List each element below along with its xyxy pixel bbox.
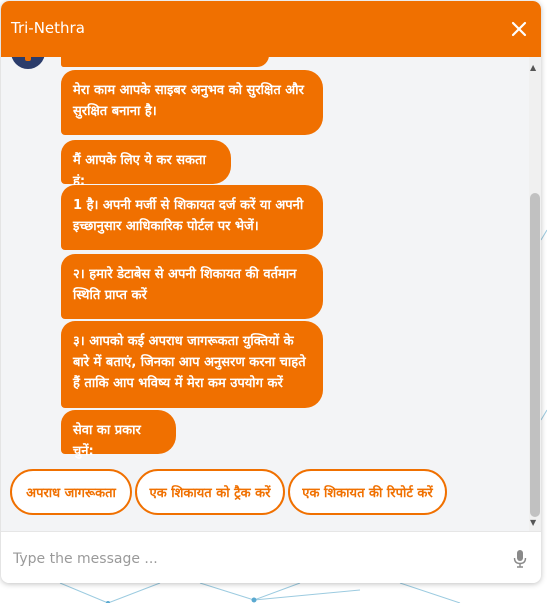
mic-icon[interactable] <box>513 550 527 568</box>
chat-window: Tri-Nethra मेरा काम आपके साइबर अनुभव को … <box>1 1 541 583</box>
quick-reply-report-complaint[interactable]: एक शिकायत की रिपोर्ट करें <box>288 469 447 515</box>
message-bubble: 1 है। अपनी मर्जी से शिकायत दर्ज करें या … <box>61 185 323 250</box>
message-bubble: मैं आपके लिए ये कर सकता हूं: <box>61 140 231 189</box>
bot-avatar-icon <box>11 57 45 69</box>
quick-reply-track-complaint[interactable]: एक शिकायत को ट्रैक करें <box>135 469 285 515</box>
message-bubble-partial <box>61 57 269 67</box>
chat-title: Tri-Nethra <box>11 19 85 37</box>
scroll-down-icon[interactable]: ▼ <box>530 518 536 527</box>
scroll-up-icon[interactable]: ▲ <box>530 63 536 72</box>
message-list: मेरा काम आपके साइबर अनुभव को सुरक्षित और… <box>1 57 527 531</box>
close-icon[interactable] <box>509 19 529 39</box>
message-bubble: सेवा का प्रकार चुनें: <box>61 410 176 459</box>
message-composer <box>1 531 541 583</box>
message-scrollbar[interactable]: ▲ ▼ <box>527 57 541 531</box>
scrollbar-thumb[interactable] <box>530 193 540 517</box>
message-bubble: २। हमारे डेटाबेस से अपनी शिकायत की वर्तम… <box>61 254 323 319</box>
message-bubble: ३। आपको कई अपराध जागरूकता युक्तियों के ब… <box>61 321 323 408</box>
message-input[interactable] <box>11 546 485 572</box>
chat-header: Tri-Nethra <box>1 1 541 57</box>
quick-reply-crime-awareness[interactable]: अपराध जागरूकता <box>10 469 132 515</box>
message-bubble: मेरा काम आपके साइबर अनुभव को सुरक्षित और… <box>61 70 323 135</box>
